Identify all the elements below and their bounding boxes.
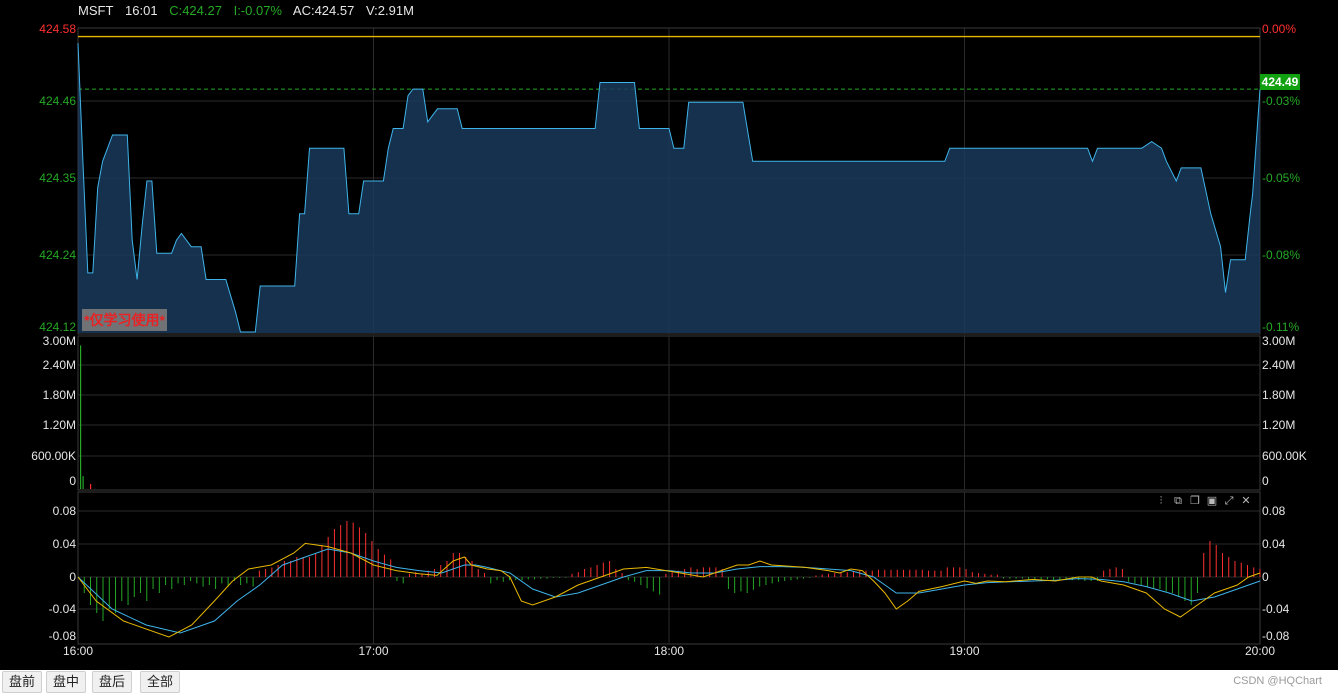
price-tick-left-0: 424.58 xyxy=(39,22,76,36)
watermark: *仅学习使用* xyxy=(82,309,167,331)
time-label: 16:01 xyxy=(125,3,158,18)
macd-tick-right-4: -0.08 xyxy=(1262,629,1290,643)
macd-tick-right-2: 0 xyxy=(1262,570,1269,584)
credit-label: CSDN @HQChart xyxy=(1233,675,1322,687)
volume-bar-2 xyxy=(90,484,92,489)
time-tick-4: 20:00 xyxy=(1245,644,1275,658)
vol-tick-left-0: 3.00M xyxy=(43,334,76,348)
adjust-icon[interactable]: ⫶ xyxy=(1154,494,1168,508)
vol-tick-right-3: 1.20M xyxy=(1262,418,1295,432)
vol-tick-right-1: 2.40M xyxy=(1262,358,1295,372)
layers-icon[interactable]: ❐ xyxy=(1188,494,1202,508)
last-price-tag: 424.49 xyxy=(1260,74,1300,90)
volume-bar-1 xyxy=(82,476,84,489)
macd-tick-right-0: 0.08 xyxy=(1262,504,1286,518)
macd-tick-left-4: -0.08 xyxy=(49,629,77,643)
regular-button[interactable]: 盘中 xyxy=(46,671,87,693)
vol-tick-left-1: 2.40M xyxy=(43,358,76,372)
price-tick-left-3: 424.24 xyxy=(39,248,76,262)
increase-label: I:-0.07% xyxy=(233,3,282,18)
price-tick-right-4: -0.11% xyxy=(1262,320,1299,334)
macd-tick-left-2: 0 xyxy=(69,570,76,584)
macd-tick-left-0: 0.08 xyxy=(53,504,77,518)
time-tick-3: 19:00 xyxy=(949,644,979,658)
macd-tick-right-1: 0.04 xyxy=(1262,537,1286,551)
postmarket-button[interactable]: 盘后 xyxy=(92,671,133,693)
premarket-button[interactable]: 盘前 xyxy=(2,671,43,693)
vol-tick-right-4: 600.00K xyxy=(1262,449,1307,463)
close-label: C:424.27 xyxy=(169,3,222,18)
vol-tick-left-3: 1.20M xyxy=(43,418,76,432)
time-tick-2: 18:00 xyxy=(654,644,684,658)
vol-tick-left-2: 1.80M xyxy=(43,388,76,402)
macd-tick-left-1: 0.04 xyxy=(53,537,77,551)
indicator-toolbar: ⫶ ⧉ ❐ ▣ ⤢ ✕ xyxy=(1154,494,1253,508)
volume-bar-0 xyxy=(80,345,82,489)
price-tick-left-1: 424.46 xyxy=(39,94,76,108)
time-tick-1: 17:00 xyxy=(358,644,388,658)
price-tick-right-3: -0.08% xyxy=(1262,248,1300,262)
price-tick-left-4: 424.12 xyxy=(39,320,76,334)
price-tick-right-0: 0.00% xyxy=(1262,22,1296,36)
symbol-label: MSFT xyxy=(78,3,114,18)
price-tick-left-2: 424.35 xyxy=(39,171,76,185)
time-tick-0: 16:00 xyxy=(63,644,93,658)
avg-close-label: AC:424.57 xyxy=(292,3,355,18)
close-icon[interactable]: ✕ xyxy=(1239,494,1253,508)
chart-header: MSFT 16:01 C:424.27 I:-0.07% AC:424.57 V… xyxy=(78,3,422,18)
price-tick-right-1: -0.03% xyxy=(1262,94,1300,108)
vol-tick-right-2: 1.80M xyxy=(1262,388,1295,402)
copy-icon[interactable]: ⧉ xyxy=(1171,494,1185,508)
intraday-chart[interactable]: 16:00 17:00 18:00 19:00 20:00 424.58 0.00% 424.… xyxy=(0,0,1338,670)
price-tick-right-2: -0.05% xyxy=(1262,171,1300,185)
vol-tick-left-5: 0 xyxy=(69,474,76,488)
macd-tick-right-3: -0.04 xyxy=(1262,602,1290,616)
all-sessions-button[interactable]: 全部 xyxy=(140,671,181,693)
vol-tick-right-5: 0 xyxy=(1262,474,1269,488)
session-button-bar: 盘前 盘中 盘后 全部 CSDN @HQChart xyxy=(0,670,1338,694)
fullscreen-icon[interactable]: ⤢ xyxy=(1222,494,1236,508)
vol-tick-left-4: 600.00K xyxy=(31,449,76,463)
macd-tick-left-3: -0.04 xyxy=(49,602,77,616)
window-icon[interactable]: ▣ xyxy=(1205,494,1219,508)
vol-tick-right-0: 3.00M xyxy=(1262,334,1295,348)
volume-label: V:2.91M xyxy=(365,3,414,18)
